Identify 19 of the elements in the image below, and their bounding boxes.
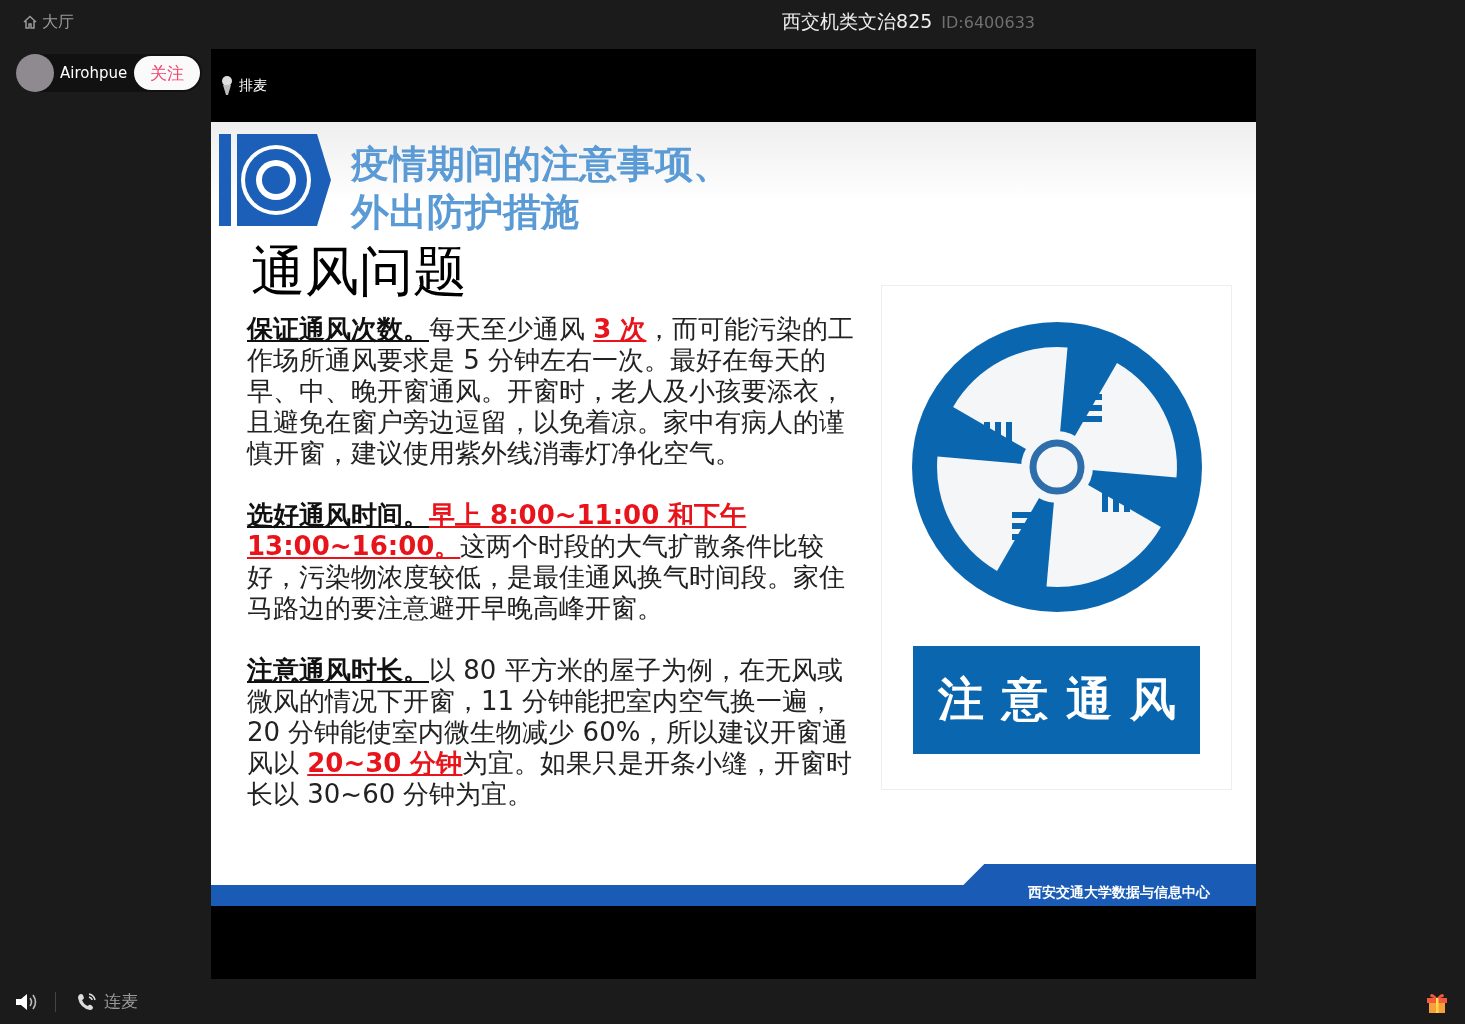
- microphone-icon: [221, 75, 233, 96]
- sign-label: 注意通风: [913, 646, 1200, 754]
- speaker-icon[interactable]: [15, 991, 39, 1012]
- home-link[interactable]: 大厅: [22, 11, 74, 33]
- follow-button[interactable]: 关注: [134, 56, 200, 90]
- slide-heading: 通风问题: [251, 240, 468, 304]
- link-mic-button[interactable]: 连麦: [76, 990, 138, 1013]
- slide-title: 疫情期间的注意事项、 外出防护措施: [351, 141, 731, 236]
- slide-paragraph: 注意通风时长。以 80 平方米的屋子为例，在无风或微风的情况下开窗，11 分钟能把室内空气换一遍，20 分钟能使室内微生物减少 60%，所以建议开窗通风以 20~30 分钟为宜。如果只是开条小缝，开窗时长以 30~60 分钟为宜。: [247, 655, 854, 810]
- room-id: ID:6400633: [941, 13, 1035, 32]
- room-title: 西交机类文治825: [782, 9, 933, 34]
- slide-paragraph: 选好通风时间。早上 8:00~11:00 和下午 13:00~16:00。这两个时段的大气扩散条件比较好，污染物浓度较低，是最佳通风换气时间段。家住马路边的要注意避开早晚高峰开窗。: [247, 500, 846, 624]
- queue-button[interactable]: 排麦: [221, 75, 267, 96]
- avatar: [16, 54, 54, 92]
- footer-text: 西安交通大学数据与信息中心: [1028, 884, 1210, 902]
- host-name: Airohpue: [60, 64, 128, 82]
- phone-icon: [76, 991, 98, 1012]
- home-icon: [22, 14, 38, 30]
- slide-paragraph: 保证通风次数。每天至少通风 3 次，而可能污染的工作场所通风要求是 5 分钟左右一次。最好在每天的早、中、晚开窗通风。开窗时，老人及小孩要添衣，且避免在窗户旁边逗留，以免着凉。家中有病人的谨慎开窗，建议使用紫外线消毒灯净化空气。: [247, 314, 856, 469]
